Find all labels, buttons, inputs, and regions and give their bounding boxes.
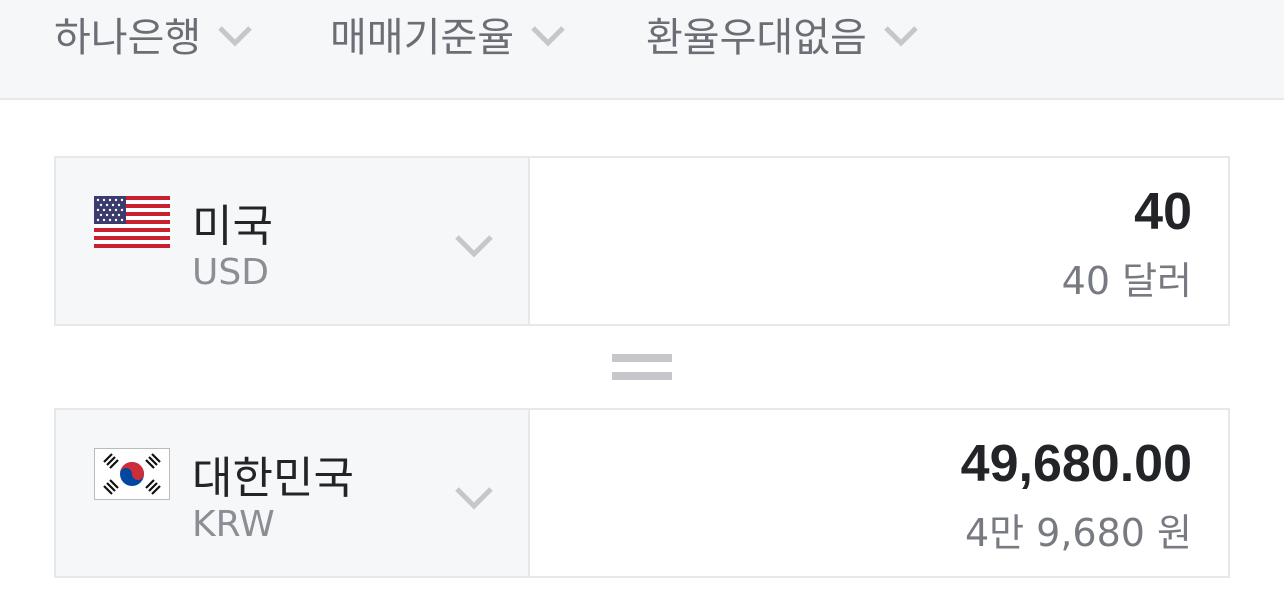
rate-type-dropdown[interactable]: 매매기준율 <box>330 8 566 61</box>
kr-flag-icon <box>94 448 170 500</box>
chevron-down-icon <box>531 26 565 47</box>
bank-filter-bar: 하나은행 매매기준율 환율우대없음 <box>0 0 1284 100</box>
to-amount-input[interactable]: 49,680.00 4만 9,680 원 <box>532 410 1228 576</box>
from-amount-value: 40 <box>1134 183 1192 241</box>
from-currency-code: USD <box>192 252 269 293</box>
to-amount-words: 4만 9,680 원 <box>964 511 1192 555</box>
to-amount-value: 49,680.00 <box>960 435 1192 493</box>
from-currency-row: 미국 USD 40 40 달러 <box>54 156 1230 326</box>
rate-type-dropdown-label: 매매기준율 <box>330 15 514 61</box>
chevron-down-icon <box>218 26 252 47</box>
equals-icon <box>612 350 672 384</box>
to-currency-selector[interactable]: 대한민국 KRW <box>56 410 530 576</box>
to-country-name: 대한민국 <box>192 453 354 504</box>
from-amount-words: 40 달러 <box>1061 259 1192 303</box>
from-amount-input[interactable]: 40 40 달러 <box>532 158 1228 324</box>
to-currency-row: 대한민국 KRW 49,680.00 4만 9,680 원 <box>54 408 1230 578</box>
chevron-down-icon <box>884 26 918 47</box>
chevron-down-icon <box>455 487 493 510</box>
from-currency-selector[interactable]: 미국 USD <box>56 158 530 324</box>
bank-dropdown-label: 하나은행 <box>54 15 202 61</box>
from-country-name: 미국 <box>192 201 273 252</box>
bank-dropdown[interactable]: 하나은행 <box>54 8 253 61</box>
to-currency-code: KRW <box>192 504 275 545</box>
chevron-down-icon <box>455 235 493 258</box>
preferential-rate-dropdown-label: 환율우대없음 <box>646 15 867 61</box>
preferential-rate-dropdown[interactable]: 환율우대없음 <box>646 8 919 61</box>
us-flag-icon <box>94 196 170 248</box>
